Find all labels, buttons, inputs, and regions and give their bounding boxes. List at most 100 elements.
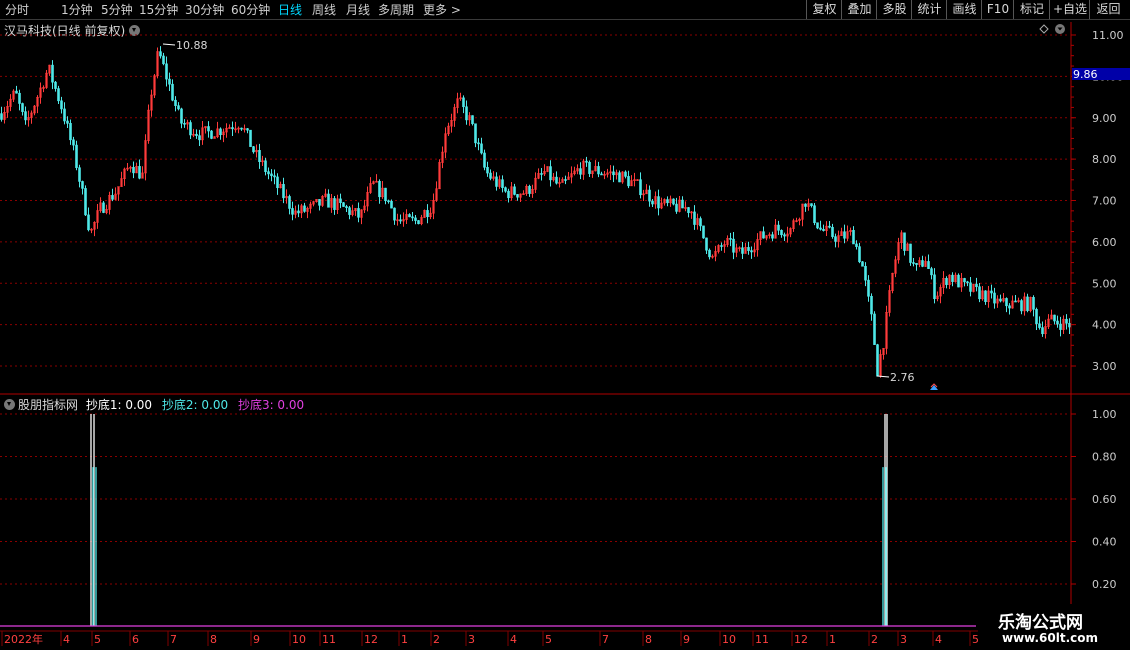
indicator-title: 股朋指标网 抄底1: 0.00 抄底2: 0.00 抄底3: 0.00: [4, 396, 304, 413]
candle-body: [540, 173, 543, 175]
candle-body: [483, 152, 486, 168]
candle-body: [762, 231, 765, 239]
candle-body: [975, 283, 978, 288]
candle-body: [852, 230, 855, 245]
x-tick-label: 12: [794, 633, 808, 646]
candle-body: [945, 277, 948, 285]
candle-body: [1065, 318, 1068, 324]
candle-body: [867, 279, 870, 297]
candle-body: [66, 120, 69, 124]
candle-body: [291, 208, 294, 215]
candle-body: [657, 196, 660, 209]
candle-body: [207, 126, 210, 132]
candle-body: [267, 171, 270, 175]
candle-body: [408, 214, 411, 218]
candle-body: [855, 243, 858, 247]
candle-body: [831, 226, 834, 237]
date-axis: 2022年 4 5 6 7 8 9 10 11 12 1 2 3 4 5 7 8 9 10 11 12 1 2 3 4 5: [0, 630, 979, 646]
candle-body: [966, 281, 969, 284]
candle-body: [318, 199, 321, 206]
candle-body: [858, 246, 861, 263]
candle-body: [387, 200, 390, 203]
candle-body: [111, 195, 114, 200]
candle-body: [276, 176, 279, 189]
candle-body: [411, 216, 414, 219]
candle-body: [288, 196, 291, 209]
candle-body: [165, 63, 168, 80]
x-tick-label: 4: [63, 633, 70, 646]
candle-body: [990, 290, 993, 294]
y-tick-label: 4.00: [1092, 319, 1117, 332]
chevron-down-icon[interactable]: [4, 399, 15, 410]
candle-body: [87, 214, 90, 231]
candle-body: [693, 211, 696, 225]
candle-body: [978, 286, 981, 300]
candle-body: [465, 106, 468, 121]
candle-body: [624, 171, 627, 177]
candle-body: [393, 207, 396, 221]
candle-body: [282, 184, 285, 199]
candle-body: [666, 199, 669, 204]
candle-body: [999, 298, 1002, 302]
candle-body: [54, 81, 57, 89]
watermark-logo: 乐淘公式网 www.60lt.com: [980, 604, 1130, 650]
candle-body: [198, 135, 201, 141]
candle-body: [219, 128, 222, 136]
y-tick-label: 6.00: [1092, 236, 1117, 249]
candle-body: [480, 143, 483, 154]
low-marker-line: [876, 375, 890, 378]
candle-body: [843, 231, 846, 239]
candle-body: [417, 220, 420, 225]
candle-body: [75, 144, 78, 168]
candle-body: [18, 92, 21, 104]
candle-body: [1026, 296, 1029, 311]
candle-body: [390, 200, 393, 209]
candle-body: [612, 171, 615, 176]
indicator-line3-value: 抄底3: 0.00: [237, 398, 305, 412]
candle-body: [84, 188, 87, 216]
candle-body: [828, 225, 831, 228]
candle-body: [501, 179, 504, 188]
candle-body: [63, 108, 66, 122]
candle-body: [903, 232, 906, 251]
x-tick-label: 2: [433, 633, 440, 646]
candle-body: [861, 261, 864, 267]
candlestick-series: [0, 46, 1071, 378]
x-tick-label: 4: [935, 633, 942, 646]
candle-body: [1041, 327, 1044, 335]
candle-body: [426, 210, 429, 218]
candle-body: [915, 263, 918, 265]
diamond-icon[interactable]: [1039, 24, 1049, 34]
candle-body: [564, 179, 567, 181]
x-tick-label: 5: [94, 633, 101, 646]
candle-body: [168, 78, 171, 85]
candle-body: [819, 227, 822, 230]
y-tick-label: 11.00: [1092, 29, 1124, 42]
candle-body: [21, 103, 24, 112]
candle-body: [471, 115, 474, 125]
indicator-y-tick-label: 0.40: [1092, 536, 1117, 549]
candle-body: [516, 194, 519, 198]
candle-body: [102, 202, 105, 213]
candle-body: [270, 173, 273, 177]
candle-body: [873, 313, 876, 345]
candle-body: [513, 186, 516, 195]
current-price-label: 9.86: [1073, 68, 1098, 81]
candle-body: [486, 167, 489, 174]
indicator-y-tick-label: 0.60: [1092, 493, 1117, 506]
x-tick-label: 2022年: [4, 632, 43, 646]
candle-body: [327, 193, 330, 208]
x-tick-label: 10: [722, 633, 736, 646]
candle-body: [930, 268, 933, 276]
candle-body: [297, 210, 300, 214]
candle-body: [495, 176, 498, 187]
candle-body: [462, 97, 465, 108]
x-tick-label: 5: [972, 633, 979, 646]
signal-arrow-icon: [930, 385, 938, 390]
low-price-label: 2.76: [890, 371, 915, 384]
candle-body: [993, 292, 996, 304]
watermark-url: www.60lt.com: [1002, 631, 1099, 645]
x-tick-label: 1: [829, 633, 836, 646]
candle-body: [780, 229, 783, 236]
candle-body: [489, 172, 492, 179]
